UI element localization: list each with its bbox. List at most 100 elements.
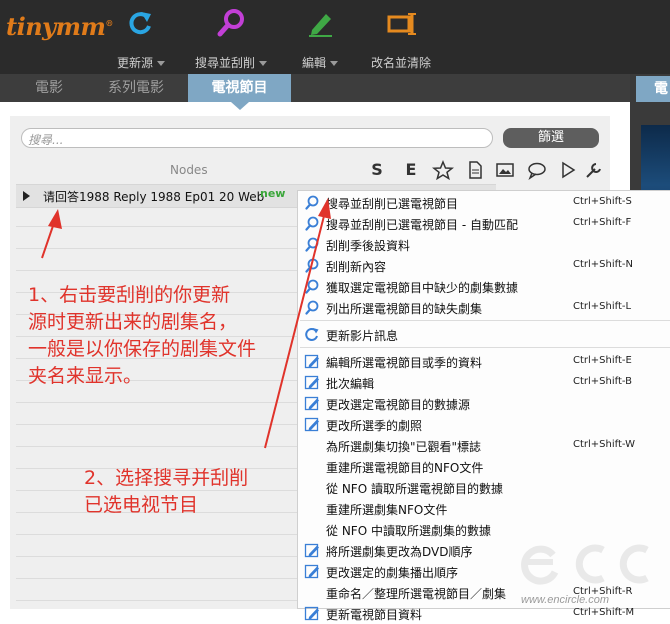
context-menu-item[interactable]: 重建所選劇集NFO文件 <box>298 498 670 519</box>
search-icon <box>305 279 319 294</box>
context-menu-item[interactable]: 編輯所選電視節目或季的資料 Ctrl+Shift-E <box>298 351 670 372</box>
tab-tv-shows[interactable]: 電視節目 <box>188 74 291 102</box>
annotation-note-2: 2、选择搜寻并刮削 已选电视节目 <box>84 465 248 519</box>
annotation-line: 夹名来显示。 <box>28 365 143 387</box>
menu-item-label: 更改選定電視節目的數據源 <box>326 398 471 412</box>
search-icon <box>305 195 319 210</box>
menu-item-shortcut: Ctrl+Shift-F <box>573 217 632 228</box>
season-column-header[interactable]: S <box>366 160 388 180</box>
chevron-down-icon <box>259 61 267 66</box>
edit-icon <box>304 354 319 369</box>
list-divider <box>16 446 298 447</box>
tab-bar: 電影 系列電影 電視節目 <box>0 74 670 102</box>
menu-item-label: 搜尋並刮削已選電視節目 <box>326 197 459 211</box>
context-menu-item[interactable]: 批次編輯 Ctrl+Shift-B <box>298 372 670 393</box>
menu-item-label: 更改選定的劇集播出順序 <box>326 566 459 580</box>
search-scrape-button[interactable]: 搜尋並刮削 <box>186 0 276 74</box>
context-menu-item[interactable]: 更新電視節目資料 Ctrl+Shift-M <box>298 603 670 624</box>
edit-icon <box>304 564 319 579</box>
tab-movie-sets[interactable]: 系列電影 <box>92 74 180 102</box>
episode-column-header[interactable]: E <box>400 160 422 180</box>
menu-item-shortcut: Ctrl+Shift-L <box>573 301 632 312</box>
context-menu-item[interactable]: 搜尋並刮削已選電視節目 - 自動匹配 Ctrl+Shift-F <box>298 213 670 234</box>
context-menu-item[interactable]: 刮削季後設資料 <box>298 234 670 255</box>
expand-arrow-icon[interactable] <box>23 191 30 201</box>
list-divider <box>16 270 298 271</box>
annotation-line: 1、右击要刮削的你更新 <box>28 284 231 306</box>
menu-item-shortcut: Ctrl+Shift-B <box>573 376 633 387</box>
rename-cleanup-button[interactable]: 改名並清除 <box>356 0 446 74</box>
list-divider <box>16 402 298 403</box>
context-menu-item[interactable]: 搜尋並刮削已選電視節目 Ctrl+Shift-S <box>298 192 670 213</box>
menu-item-shortcut: Ctrl+Shift-N <box>573 259 633 270</box>
document-icon[interactable] <box>464 160 486 180</box>
context-menu-item[interactable]: 為所選劇集切換"已觀看"標誌 Ctrl+Shift-W <box>298 435 670 456</box>
menu-item-label: 列出所選電視節目的缺失劇集 <box>326 302 483 316</box>
watermark-logo: www.encircle.com <box>521 544 649 606</box>
refresh-icon <box>129 12 151 35</box>
ecc-watermark-mark <box>521 544 649 585</box>
context-menu-item[interactable]: 從 NFO 讀取所選電視節目的數據 <box>298 477 670 498</box>
play-icon[interactable] <box>557 160 579 180</box>
rename-icon <box>387 13 416 35</box>
context-menu-item[interactable]: 重建所選電視節目的NFO文件 <box>298 456 670 477</box>
list-divider <box>16 556 298 557</box>
annotation-line: 源时更新出来的剧集名， <box>28 311 238 333</box>
context-menu-item[interactable]: 更改所選季的劇照 <box>298 414 670 435</box>
menu-item-label: 搜尋並刮削已選電視節目 - 自動匹配 <box>326 218 518 232</box>
watermark-url: www.encircle.com <box>521 594 609 606</box>
annotation-line: 一般是以你保存的剧集文件 <box>28 338 257 360</box>
tab-movies[interactable]: 電影 <box>10 74 88 102</box>
filter-button[interactable]: 篩選 <box>503 128 599 148</box>
menu-item-label: 重命名／整理所選電視節目／劇集 <box>326 587 507 601</box>
menu-item-label: 刮削季後設資料 <box>326 239 411 253</box>
edit-icon <box>304 396 319 411</box>
search-icon <box>217 9 244 37</box>
new-badge: new <box>260 187 286 200</box>
context-menu-item[interactable]: 刮削新內容 Ctrl+Shift-N <box>298 255 670 276</box>
menu-item-label: 編輯所選電視節目或季的資料 <box>326 356 483 370</box>
edit-icon <box>304 417 319 432</box>
context-menu-item[interactable]: 列出所選電視節目的缺失劇集 Ctrl+Shift-L <box>298 297 670 318</box>
menu-item-label: 更改所選季的劇照 <box>326 419 423 433</box>
image-icon[interactable] <box>494 160 516 180</box>
menu-item-shortcut: Ctrl+Shift-E <box>573 355 632 366</box>
menu-item-label: 重建所選劇集NFO文件 <box>326 503 448 517</box>
menu-item-label: 更新影片訊息 <box>326 329 399 343</box>
list-divider <box>16 248 298 249</box>
edit-button[interactable]: 編輯 <box>275 0 365 74</box>
menu-item-label: 重建所選電視節目的NFO文件 <box>326 461 484 475</box>
nodes-column-header[interactable]: Nodes <box>170 163 208 177</box>
list-divider <box>16 424 298 425</box>
star-icon[interactable] <box>432 160 454 180</box>
pencil-icon <box>309 14 332 37</box>
menu-item-shortcut: Ctrl+Shift-W <box>573 439 635 450</box>
chevron-down-icon <box>330 61 338 66</box>
search-icon <box>305 237 319 252</box>
chevron-down-icon <box>157 61 165 66</box>
menu-separator <box>300 320 670 321</box>
menu-item-label: 將所選劇集更改為DVD順序 <box>326 545 473 559</box>
list-divider <box>16 600 298 601</box>
tv-show-title: 请回答1988 Reply 1988 Ep01 20 Web <box>43 190 265 204</box>
menu-item-label: 批次編輯 <box>326 377 375 391</box>
menu-item-label: 為所選劇集切換"已觀看"標誌 <box>326 440 482 454</box>
search-icon <box>305 216 319 231</box>
list-divider <box>16 578 298 579</box>
search-icon <box>305 300 319 315</box>
menu-item-label: 獲取選定電視節目中缺少的劇集數據 <box>326 281 519 295</box>
chat-icon[interactable] <box>526 160 548 180</box>
search-input[interactable]: 搜尋... <box>21 128 493 148</box>
refresh-source-button[interactable]: 更新源 <box>96 0 186 74</box>
tab-tv-detail[interactable]: 電視 <box>636 76 670 102</box>
list-divider <box>16 534 298 535</box>
context-menu-item[interactable]: 更新影片訊息 <box>298 324 670 345</box>
menu-separator <box>300 347 670 348</box>
annotation-note-1: 1、右击要刮削的你更新 源时更新出来的剧集名， 一般是以你保存的剧集文件 夹名来显示。 <box>28 282 256 390</box>
edit-icon <box>304 375 319 390</box>
edit-icon <box>304 543 319 558</box>
wrench-icon[interactable] <box>583 160 605 180</box>
context-menu-item[interactable]: 更改選定電視節目的數據源 <box>298 393 670 414</box>
context-menu-item[interactable]: 獲取選定電視節目中缺少的劇集數據 <box>298 276 670 297</box>
main-toolbar: tinymm® 更新源 搜尋並刮削 編輯 改名並清除 <box>0 0 670 74</box>
